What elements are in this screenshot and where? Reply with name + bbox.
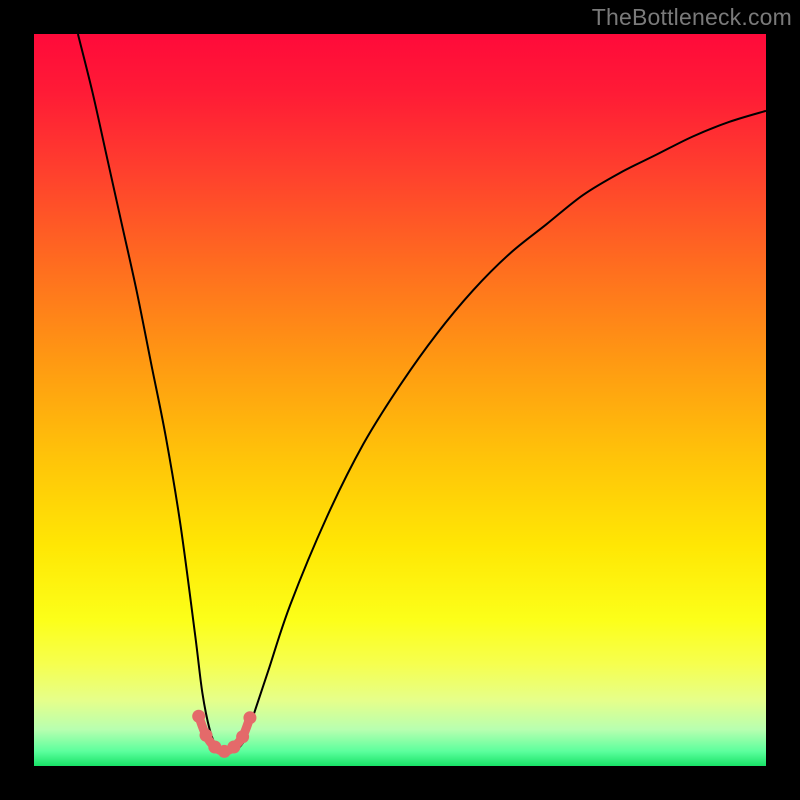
valley-dot [192, 710, 205, 723]
valley-dot [200, 729, 213, 742]
bottleneck-curve [78, 34, 766, 752]
watermark-text: TheBottleneck.com [592, 4, 792, 31]
curve-layer [34, 34, 766, 766]
valley-dot [243, 711, 256, 724]
chart-frame: TheBottleneck.com [0, 0, 800, 800]
valley-dot [236, 730, 249, 743]
plot-area [34, 34, 766, 766]
valley-dot [227, 740, 240, 753]
